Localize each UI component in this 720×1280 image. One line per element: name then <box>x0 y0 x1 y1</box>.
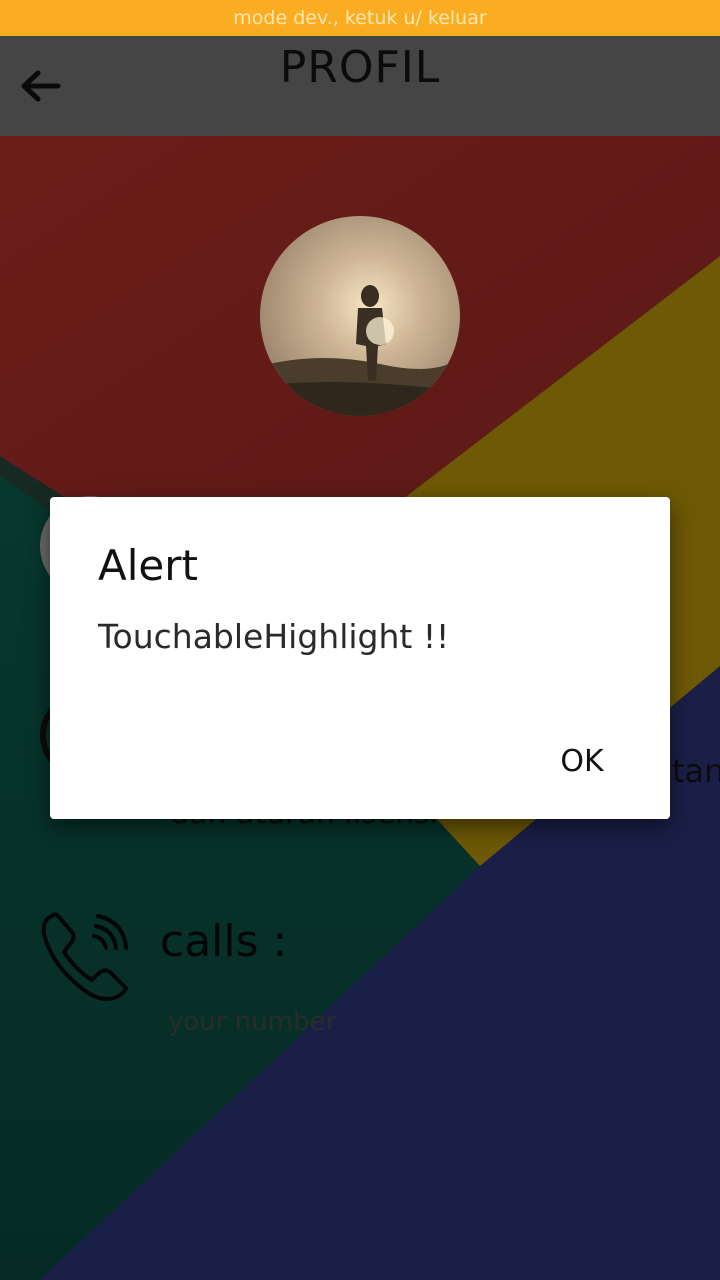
profile-photo[interactable] <box>260 216 460 416</box>
dev-mode-text: mode dev., ketuk u/ keluar <box>233 7 487 29</box>
alert-message: TouchableHighlight !! <box>98 617 450 656</box>
alert-title: Alert <box>98 541 198 590</box>
phone-ringing-icon <box>41 912 128 1001</box>
info-text-tail: tan <box>672 752 720 790</box>
page-title: PROFIL <box>279 42 441 93</box>
app-header: PROFIL <box>0 36 720 136</box>
dev-mode-banner[interactable]: mode dev., ketuk u/ keluar <box>0 0 720 36</box>
phone-number-input[interactable] <box>168 1000 568 1044</box>
calls-label: calls : <box>160 916 288 967</box>
alert-dialog: Alert TouchableHighlight !! OK <box>50 497 670 819</box>
ok-button[interactable]: OK <box>542 729 622 793</box>
